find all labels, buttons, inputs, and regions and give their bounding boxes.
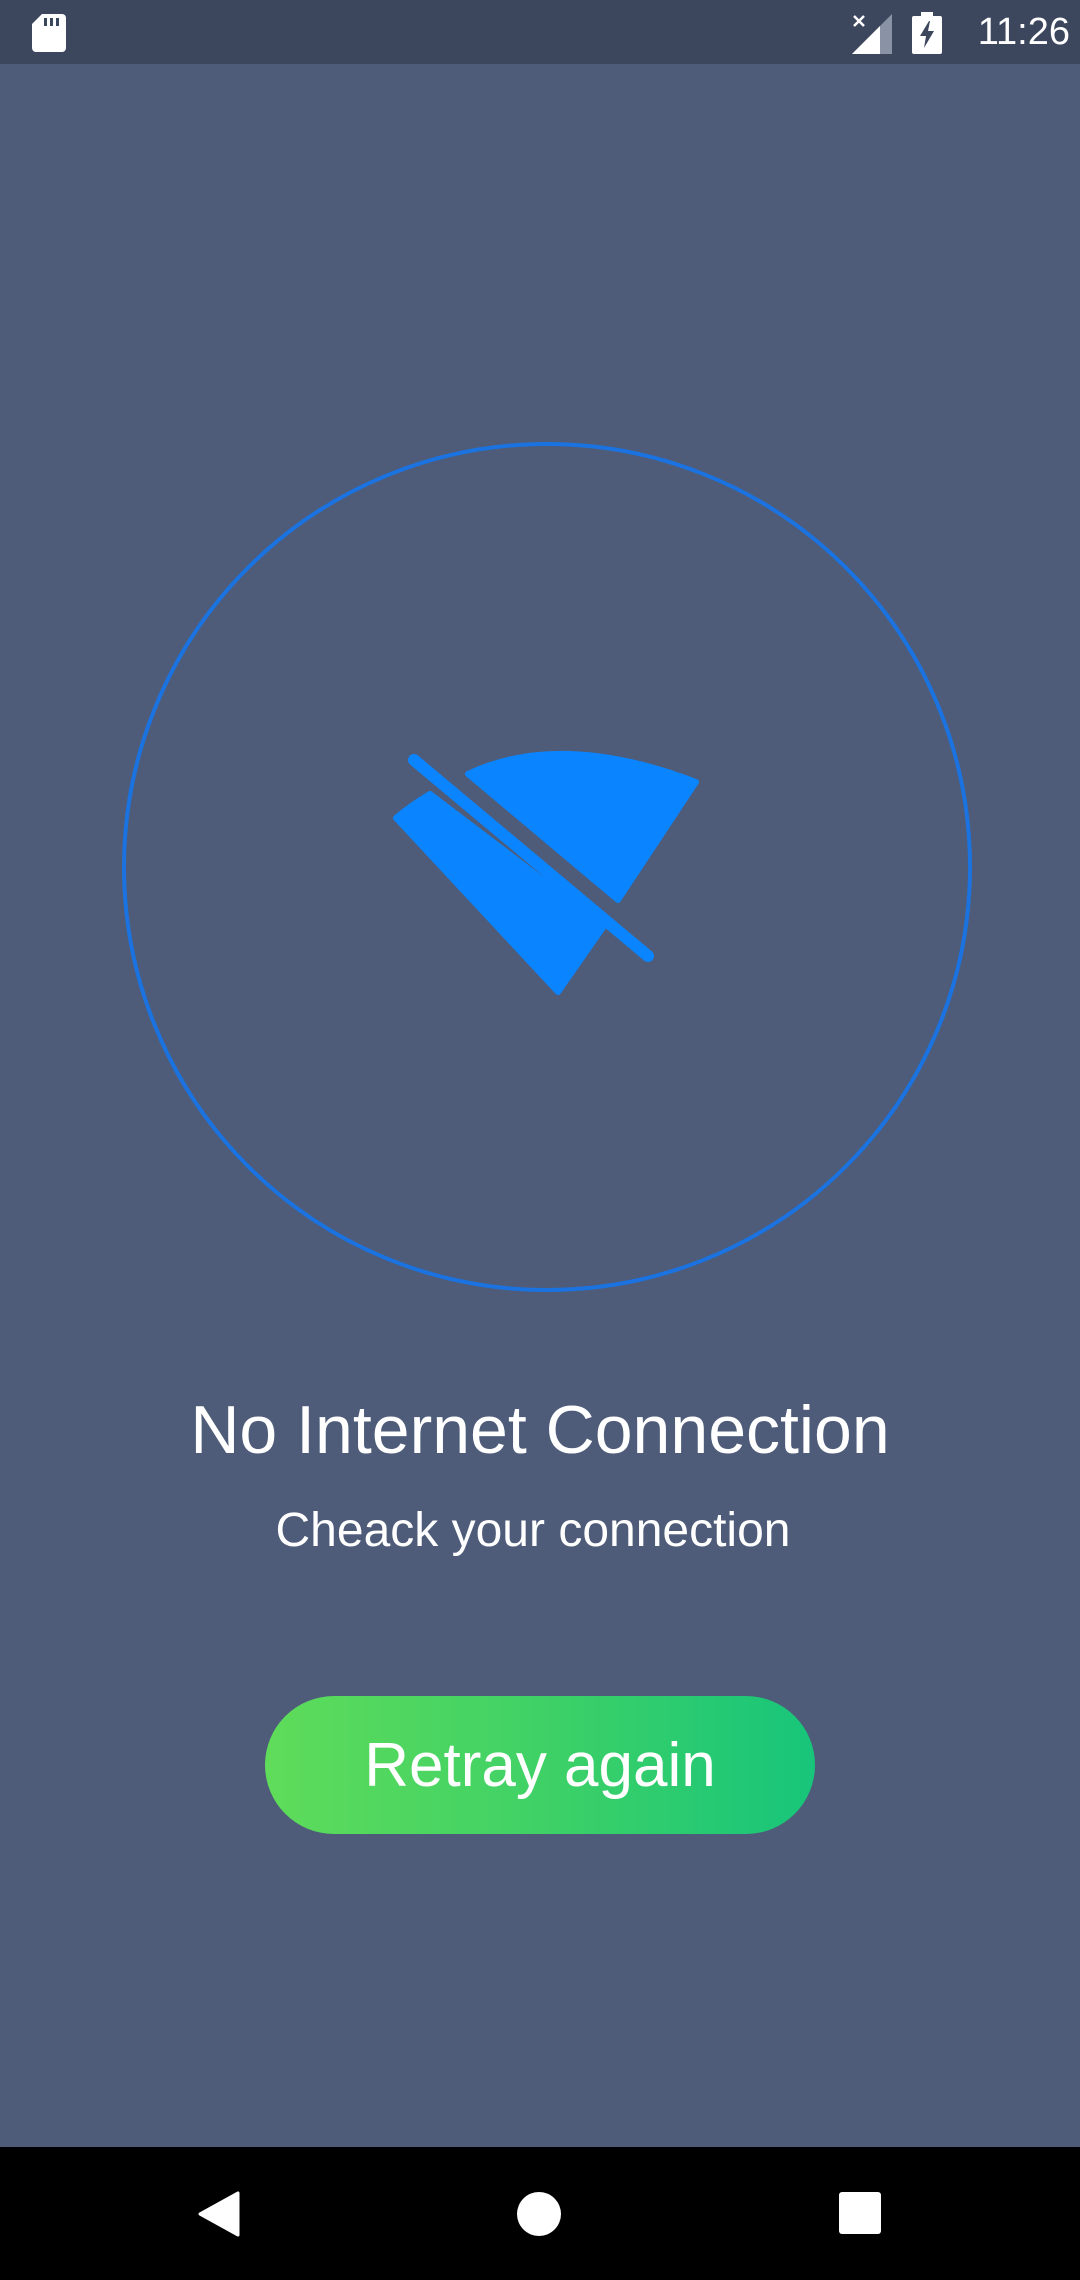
signal-no-service-icon (852, 14, 892, 54)
no-connection-screen: 11:26 No Internet Connection Cheack your… (0, 0, 1080, 2280)
navigation-bar (0, 2147, 1080, 2280)
page-title: No Internet Connection (190, 1392, 890, 1468)
page-subtitle: Cheack your connection (275, 1504, 791, 1557)
recents-icon[interactable] (839, 2192, 881, 2234)
wifi-off-icon (393, 750, 699, 995)
status-time: 11:26 (977, 11, 1070, 53)
back-icon[interactable] (196, 2191, 242, 2237)
home-icon[interactable] (516, 2191, 562, 2237)
retry-button[interactable]: Retray again (265, 1696, 815, 1834)
sd-card-icon (32, 14, 66, 52)
status-bar: 11:26 (0, 0, 1080, 64)
battery-charging-icon (912, 12, 942, 54)
